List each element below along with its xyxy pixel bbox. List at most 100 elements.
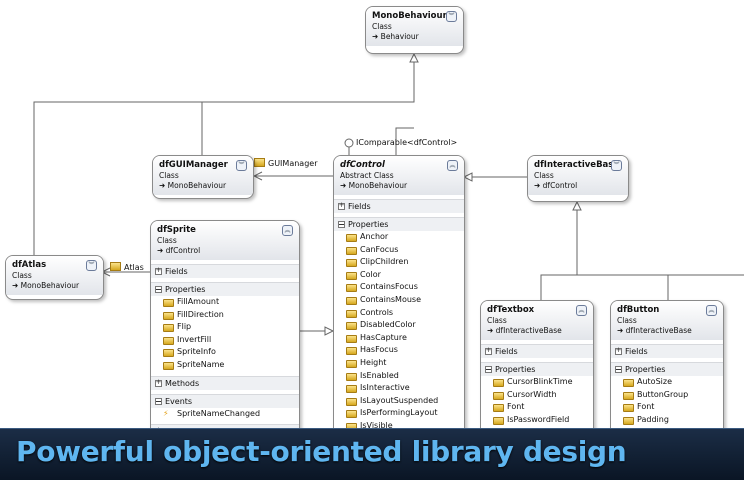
property-item[interactable]: IsPerformingLayout bbox=[334, 407, 464, 420]
property-item[interactable]: IsEnabled bbox=[334, 370, 464, 383]
class-monobehaviour[interactable]: MonoBehaviour Class ➜ Behaviour ︾ bbox=[365, 6, 464, 54]
class-dfbutton[interactable]: dfButton Class ➜ dfInteractiveBase ︽ Fie… bbox=[610, 300, 724, 442]
section-methods[interactable]: Methods bbox=[151, 375, 299, 390]
class-dftextbox[interactable]: dfTextbox Class ➜ dfInteractiveBase ︽ Fi… bbox=[480, 300, 594, 442]
section-fields[interactable]: Fields bbox=[481, 344, 593, 358]
property-item[interactable]: Font bbox=[611, 401, 723, 414]
property-item[interactable]: Color bbox=[334, 269, 464, 282]
atlas-assoc-label: Atlas bbox=[110, 262, 144, 272]
expand-icon[interactable]: ︾ bbox=[86, 260, 97, 271]
class-name: dfButton bbox=[617, 305, 660, 315]
section-properties[interactable]: Properties bbox=[334, 217, 464, 231]
arrowhead-control-left bbox=[324, 326, 335, 336]
property-item[interactable]: ContainsMouse bbox=[334, 294, 464, 307]
class-dfinteractivebase[interactable]: dfInteractiveBase Class ➜ dfControl ︾ bbox=[527, 155, 629, 202]
class-base-name: MonoBehaviour bbox=[348, 181, 408, 190]
property-item[interactable]: FillAmount bbox=[151, 296, 299, 309]
class-base: ➜ dfControl bbox=[157, 246, 201, 255]
property-item[interactable]: Flip bbox=[151, 321, 299, 334]
class-name: dfControl bbox=[340, 160, 385, 170]
class-type: Class bbox=[372, 22, 392, 31]
guimanager-assoc-label: GUIManager bbox=[254, 158, 317, 168]
class-base-name: Behaviour bbox=[380, 32, 419, 41]
property-item[interactable]: Anchor bbox=[334, 231, 464, 244]
class-base: ➜ dfInteractiveBase bbox=[617, 326, 692, 335]
property-item[interactable]: IsInteractive bbox=[334, 382, 464, 395]
class-type: Class bbox=[12, 271, 32, 280]
class-type: Class bbox=[617, 316, 637, 325]
class-name: dfSprite bbox=[157, 225, 196, 235]
class-base: ➜ MonoBehaviour bbox=[12, 281, 80, 290]
section-properties[interactable]: Properties bbox=[151, 282, 299, 296]
inherit-line-textbox bbox=[540, 202, 578, 300]
class-type: Class bbox=[487, 316, 507, 325]
property-list: FillAmount FillDirection Flip InvertFill Spr… bbox=[151, 296, 299, 372]
property-item[interactable]: IsLayoutSuspended bbox=[334, 395, 464, 408]
property-item[interactable]: HasFocus bbox=[334, 344, 464, 357]
class-base-name: MonoBehaviour bbox=[167, 181, 227, 190]
section-properties[interactable]: Properties bbox=[481, 362, 593, 376]
expand-icon[interactable]: ︾ bbox=[611, 160, 622, 171]
section-properties[interactable]: Properties bbox=[611, 362, 723, 376]
inherit-line-button bbox=[577, 274, 669, 300]
property-item[interactable]: Controls bbox=[334, 307, 464, 320]
property-icon bbox=[254, 158, 265, 167]
section-fields[interactable]: Fields bbox=[334, 199, 464, 213]
property-item[interactable]: SpriteName bbox=[151, 359, 299, 372]
banner-title: Powerful object-oriented library design bbox=[16, 435, 627, 468]
section-fields[interactable]: Fields bbox=[151, 264, 299, 278]
property-item[interactable]: HasCapture bbox=[334, 332, 464, 345]
class-type: Class bbox=[534, 171, 554, 180]
property-item[interactable]: InvertFill bbox=[151, 334, 299, 347]
guimanager-assoc-text: GUIManager bbox=[268, 159, 318, 168]
property-item[interactable]: CursorWidth bbox=[481, 389, 593, 402]
property-item[interactable]: AutoSize bbox=[611, 376, 723, 389]
arrowhead-interactive bbox=[572, 200, 582, 211]
class-name: MonoBehaviour bbox=[372, 11, 447, 21]
event-item[interactable]: SpriteNameChanged bbox=[151, 408, 299, 421]
class-dfguimanager[interactable]: dfGUIManager Class ➜ MonoBehaviour ︾ bbox=[152, 155, 254, 199]
expand-icon[interactable]: ︾ bbox=[236, 160, 247, 171]
property-item[interactable]: SpriteInfo bbox=[151, 346, 299, 359]
class-dfsprite[interactable]: dfSprite Class ➜ dfControl ︽ Fields Prop… bbox=[150, 220, 300, 437]
class-base: ➜ MonoBehaviour bbox=[159, 181, 227, 190]
class-base-name: dfControl bbox=[165, 246, 201, 255]
property-item[interactable]: ContainsFocus bbox=[334, 281, 464, 294]
class-base-name: dfInteractiveBase bbox=[495, 326, 562, 335]
property-icon bbox=[110, 262, 121, 271]
property-item[interactable]: Font bbox=[481, 401, 593, 414]
class-base: ➜ dfControl bbox=[534, 181, 578, 190]
section-fields[interactable]: Fields bbox=[611, 344, 723, 358]
atlas-assoc-text: Atlas bbox=[124, 263, 144, 272]
property-item[interactable]: CursorBlinkTime bbox=[481, 376, 593, 389]
collapse-icon[interactable]: ︽ bbox=[576, 305, 587, 316]
class-header: dfAtlas Class ➜ MonoBehaviour ︾ bbox=[6, 256, 103, 295]
class-type: Class bbox=[157, 236, 177, 245]
property-item[interactable]: ButtonGroup bbox=[611, 389, 723, 402]
collapse-icon[interactable]: ︽ bbox=[282, 225, 293, 236]
class-dfcontrol[interactable]: dfControl Abstract Class ➜ MonoBehaviour… bbox=[333, 155, 465, 442]
property-item[interactable]: Height bbox=[334, 357, 464, 370]
class-dfatlas[interactable]: dfAtlas Class ➜ MonoBehaviour ︾ bbox=[5, 255, 104, 300]
class-header: dfGUIManager Class ➜ MonoBehaviour ︾ bbox=[153, 156, 253, 195]
icomparable-label: IComparable<dfControl> bbox=[356, 138, 458, 147]
class-header: dfTextbox Class ➜ dfInteractiveBase ︽ bbox=[481, 301, 593, 340]
event-list: SpriteNameChanged bbox=[151, 408, 299, 421]
property-item[interactable]: IsPasswordField bbox=[481, 414, 593, 427]
collapse-icon[interactable]: ︽ bbox=[706, 305, 717, 316]
property-list: CursorBlinkTime CursorWidth Font IsPassword… bbox=[481, 376, 593, 426]
arrowhead-control-right bbox=[462, 172, 473, 182]
class-name: dfInteractiveBase bbox=[534, 160, 620, 170]
property-item[interactable]: FillDirection bbox=[151, 309, 299, 322]
property-item[interactable]: Padding bbox=[611, 414, 723, 427]
property-item[interactable]: CanFocus bbox=[334, 244, 464, 257]
collapse-icon[interactable]: ︾ bbox=[446, 11, 457, 22]
class-header: dfInteractiveBase Class ➜ dfControl ︾ bbox=[528, 156, 628, 195]
section-events[interactable]: Events bbox=[151, 393, 299, 408]
class-base-name: dfInteractiveBase bbox=[625, 326, 692, 335]
property-item[interactable]: ClipChildren bbox=[334, 256, 464, 269]
collapse-icon[interactable]: ︽ bbox=[447, 160, 458, 171]
property-item[interactable]: DisabledColor bbox=[334, 319, 464, 332]
class-base: ➜ Behaviour bbox=[372, 32, 419, 41]
property-list: Anchor CanFocus ClipChildren Color ContainsF… bbox=[334, 231, 464, 433]
